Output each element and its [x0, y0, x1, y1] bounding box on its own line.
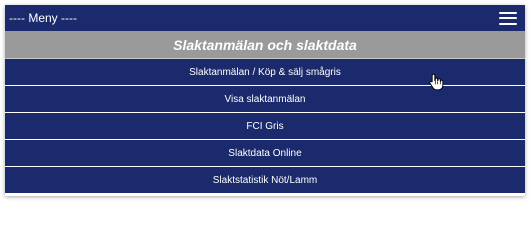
hamburger-line [499, 17, 517, 19]
menu-item-slaktstatistik-not-lamm[interactable]: Slaktstatistik Nöt/Lamm [5, 166, 525, 193]
menu-item-slaktanmalan-kop-salj[interactable]: Slaktanmälan / Köp & sälj smågris [5, 58, 525, 85]
hamburger-line [499, 22, 517, 25]
hamburger-menu-icon[interactable] [499, 11, 517, 25]
menu-item-slaktdata-online[interactable]: Slaktdata Online [5, 139, 525, 166]
menu-title: ---- Meny ---- [9, 11, 77, 25]
section-header: Slaktanmälan och slaktdata [5, 31, 525, 58]
menu-panel: ---- Meny ---- Slaktanmälan och slaktdat… [5, 5, 525, 196]
hamburger-line [499, 11, 517, 14]
menu-item-visa-slaktanmalan[interactable]: Visa slaktanmälan [5, 85, 525, 112]
top-menu-bar: ---- Meny ---- [5, 5, 525, 31]
menu-list: Slaktanmälan / Köp & sälj smågris Visa s… [5, 58, 525, 193]
menu-item-fci-gris[interactable]: FCI Gris [5, 112, 525, 139]
hand-pointer-cursor-icon [429, 73, 444, 91]
